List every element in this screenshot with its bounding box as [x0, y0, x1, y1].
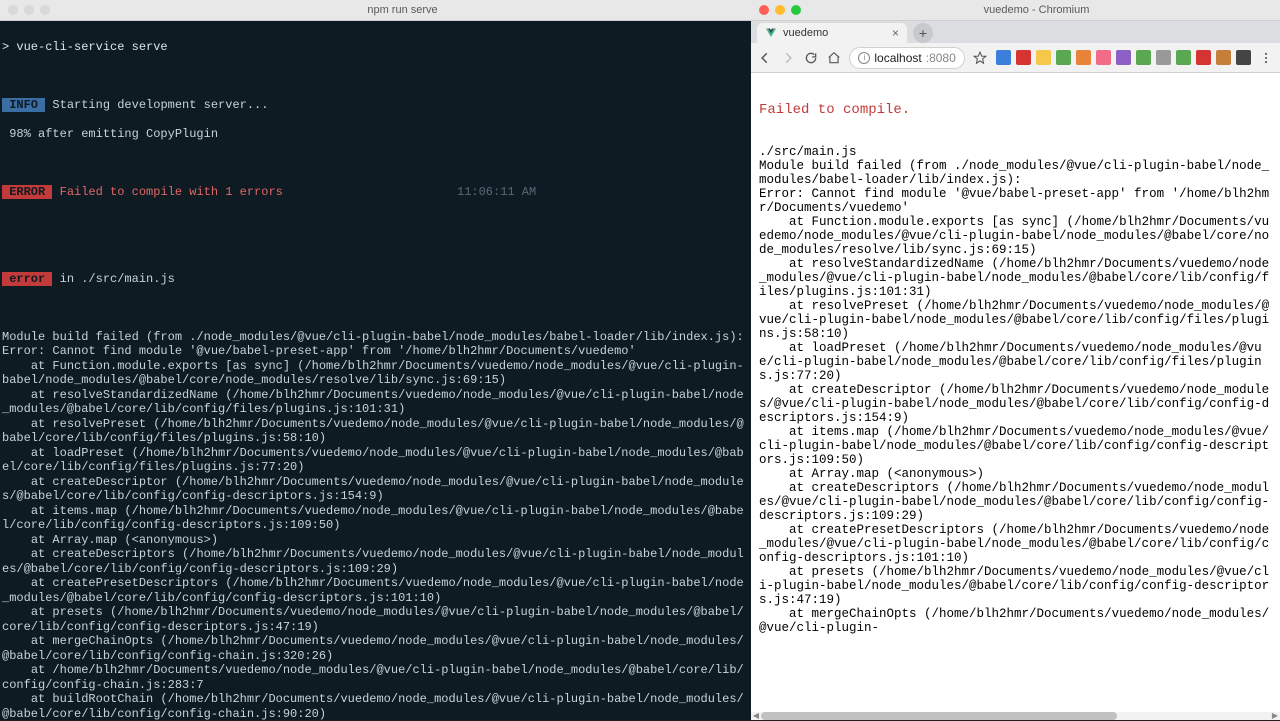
browser-toolbar: i localhost :8080 [751, 43, 1280, 73]
extension-icon-9[interactable] [1176, 50, 1191, 65]
window-maximize-button[interactable] [791, 5, 801, 15]
page-content[interactable]: Failed to compile. ./src/main.js Module … [751, 73, 1280, 712]
progress-line: 98% after emitting CopyPlugin [2, 127, 749, 142]
scroll-left-arrow-icon[interactable]: ◀ [751, 712, 761, 720]
window-min-light[interactable] [24, 5, 34, 15]
vue-favicon-icon [765, 27, 777, 39]
browser-window: vuedemo - Chromium vuedemo × + i localho… [751, 0, 1280, 720]
bookmark-star-icon[interactable] [973, 50, 988, 66]
extension-icon-8[interactable] [1156, 50, 1171, 65]
site-info-icon[interactable]: i [858, 52, 870, 64]
extension-icon-2[interactable] [1036, 50, 1051, 65]
extension-icon-11[interactable] [1216, 50, 1231, 65]
extension-icon-10[interactable] [1196, 50, 1211, 65]
terminal-stack: Module build failed (from ./node_modules… [2, 330, 749, 721]
extension-icon-7[interactable] [1136, 50, 1151, 65]
home-button[interactable] [826, 50, 841, 66]
window-close-light[interactable] [8, 5, 18, 15]
tab-title: vuedemo [783, 27, 828, 39]
tab-close-icon[interactable]: × [892, 26, 899, 40]
terminal-titlebar: npm run serve [0, 0, 751, 21]
extension-icon-6[interactable] [1116, 50, 1131, 65]
terminal-output[interactable]: > vue-cli-service serve INFO Starting de… [0, 21, 751, 720]
window-minimize-button[interactable] [775, 5, 785, 15]
info-badge: INFO [2, 98, 45, 112]
browser-window-title: vuedemo - Chromium [801, 4, 1272, 16]
terminal-title: npm run serve [62, 4, 743, 16]
extension-icon-4[interactable] [1076, 50, 1091, 65]
tab-strip: vuedemo × + [751, 21, 1280, 43]
error-summary: Failed to compile with 1 errors [52, 185, 282, 199]
extension-icon-12[interactable] [1236, 50, 1251, 65]
reload-button[interactable] [803, 50, 818, 66]
new-tab-button[interactable]: + [913, 23, 933, 43]
forward-button[interactable] [780, 50, 795, 66]
error-badge: ERROR [2, 185, 52, 199]
scroll-right-arrow-icon[interactable]: ▶ [1270, 712, 1280, 720]
compile-error-heading: Failed to compile. [759, 103, 1272, 117]
error-badge-file: error [2, 272, 52, 286]
extension-icon-3[interactable] [1056, 50, 1071, 65]
terminal-window: npm run serve > vue-cli-service serve IN… [0, 0, 751, 720]
browser-titlebar: vuedemo - Chromium [751, 0, 1280, 21]
window-close-button[interactable] [759, 5, 769, 15]
url-port: :8080 [926, 51, 956, 65]
error-file: in ./src/main.js [52, 272, 174, 286]
error-timestamp: 11:06:11 AM [457, 185, 536, 200]
terminal-command: > vue-cli-service serve [2, 40, 749, 55]
tab-vuedemo[interactable]: vuedemo × [757, 23, 907, 43]
back-button[interactable] [757, 50, 772, 66]
extensions-strip [996, 50, 1251, 65]
extension-icon-0[interactable] [996, 50, 1011, 65]
extension-icon-5[interactable] [1096, 50, 1111, 65]
compile-error-body: ./src/main.js Module build failed (from … [759, 145, 1269, 635]
horizontal-scrollbar[interactable]: ◀ ▶ [751, 712, 1280, 720]
window-max-light[interactable] [40, 5, 50, 15]
address-bar[interactable]: i localhost :8080 [849, 47, 964, 69]
menu-button[interactable] [1259, 50, 1274, 66]
extension-icon-1[interactable] [1016, 50, 1031, 65]
info-text: Starting development server... [45, 98, 268, 112]
url-host: localhost [874, 51, 921, 65]
scroll-thumb[interactable] [761, 712, 1117, 720]
